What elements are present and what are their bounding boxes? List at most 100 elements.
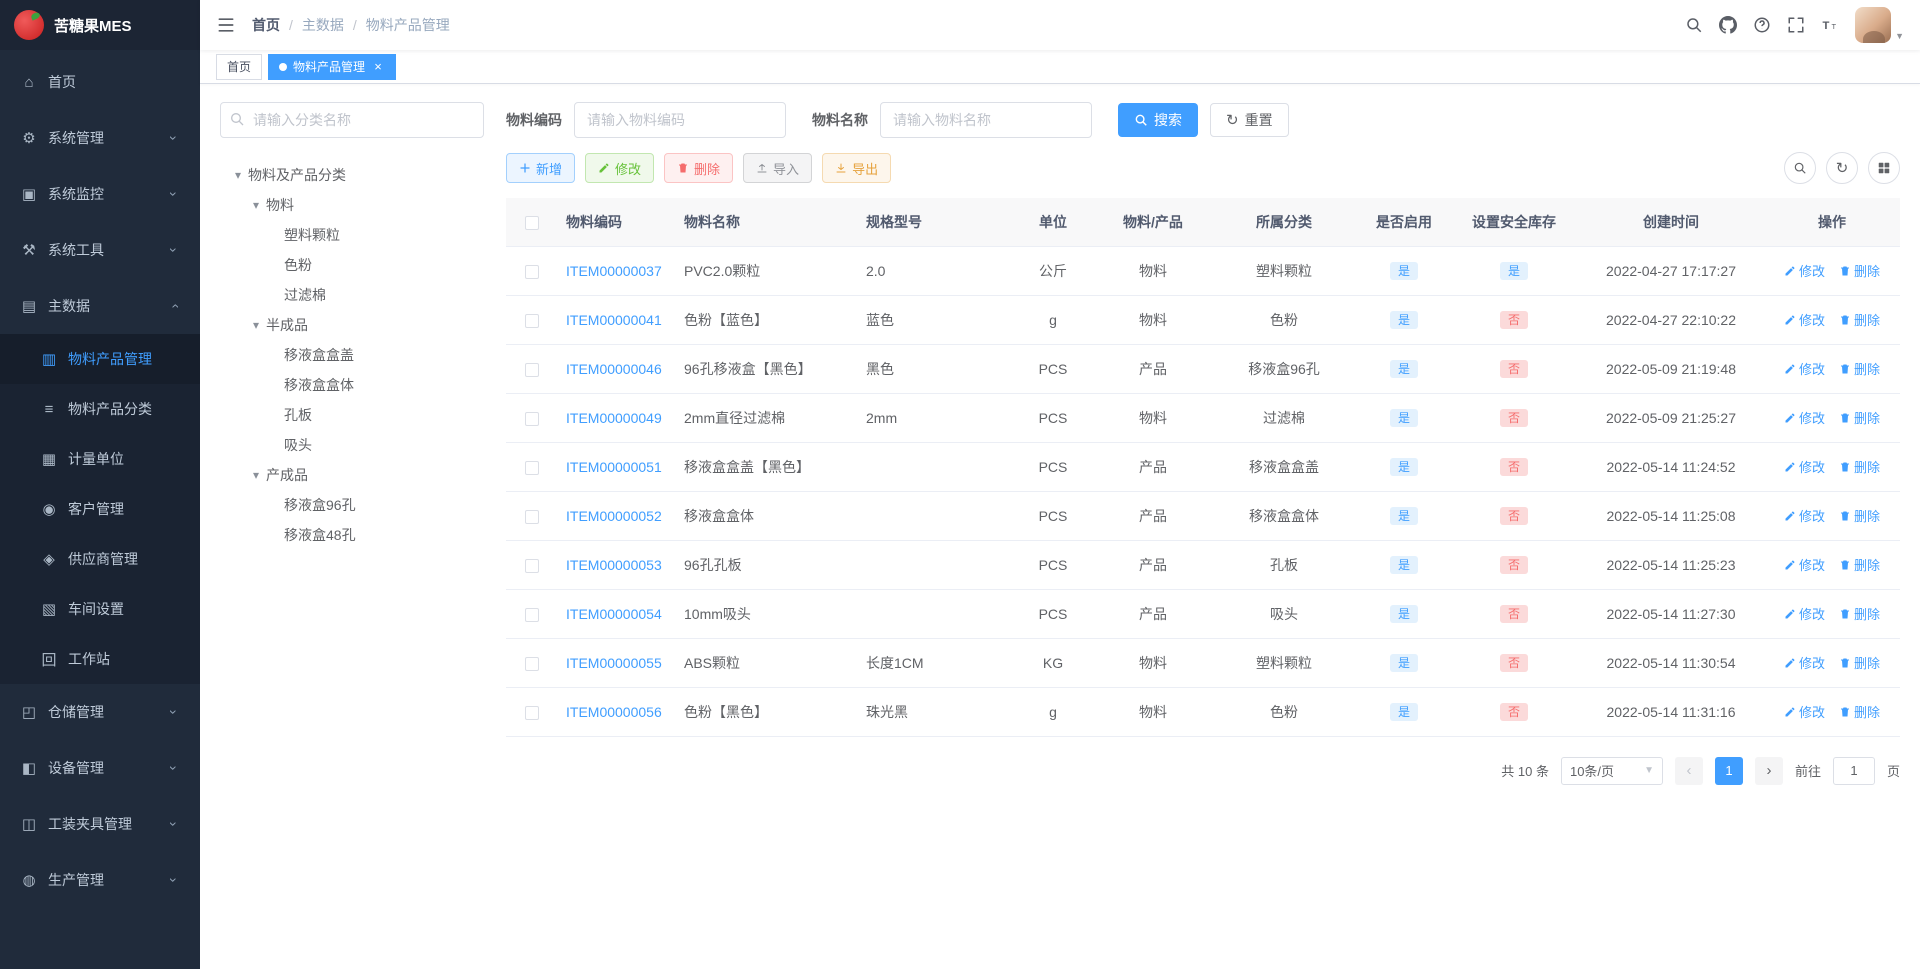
row-checkbox[interactable] [525,411,539,426]
next-page-button[interactable]: › [1754,756,1783,785]
sidebar-item-system-monitor[interactable]: ▣ 系统监控 › [0,166,200,222]
close-tab-icon[interactable]: × [371,60,385,74]
sidebar-item-supplier-mgmt[interactable]: ◈ 供应商管理 [0,534,200,584]
page-size-select[interactable]: 10条/页 ▼ [1560,756,1663,785]
delete-link[interactable]: 删除 [1839,506,1880,525]
sidebar-item-workshop-settings[interactable]: ▧ 车间设置 [0,584,200,634]
item-code-link[interactable]: ITEM00000056 [566,704,662,720]
prev-page-button[interactable]: ‹ [1674,756,1703,785]
row-checkbox[interactable] [525,607,539,622]
sidebar-item-material-product-category[interactable]: ≡ 物料产品分类 [0,384,200,434]
edit-link[interactable]: 修改 [1784,604,1825,623]
edit-link[interactable]: 修改 [1784,702,1825,721]
tab-home[interactable]: 首页 [216,53,263,80]
sidebar-item-home[interactable]: ⌂ 首页 [0,54,200,110]
sidebar-item-material-product-mgmt[interactable]: ▥ 物料产品管理 [0,334,200,384]
tree-node[interactable]: 孔板 [220,400,484,430]
sidebar-item-measure-unit[interactable]: ▦ 计量单位 [0,434,200,484]
search-button[interactable]: 搜索 [1118,103,1198,137]
sidebar-item-tooling-fixture-mgmt[interactable]: ◫ 工装夹具管理 › [0,796,200,852]
tab-material-product-management[interactable]: 物料产品管理 × [268,53,397,80]
help-icon[interactable] [1745,0,1779,50]
import-button[interactable]: 导入 [743,153,813,183]
search-icon[interactable] [1677,0,1711,50]
delete-link[interactable]: 删除 [1839,359,1880,378]
material-name-input[interactable] [880,102,1092,138]
tree-node[interactable]: 移液盒盒体 [220,370,484,400]
tree-node[interactable]: ▾ 半成品 [220,310,484,340]
user-menu[interactable]: ▼ [1855,7,1904,43]
sidebar-item-system-tools[interactable]: ⚒ 系统工具 › [0,222,200,278]
item-code-link[interactable]: ITEM00000041 [566,312,662,328]
sidebar-item-customer-mgmt[interactable]: ◉ 客户管理 [0,484,200,534]
sidebar-item-workstation[interactable]: 回工作站 [0,634,200,684]
delete-link[interactable]: 删除 [1839,653,1880,672]
tree-node[interactable]: 色粉 [220,250,484,280]
edit-link[interactable]: 修改 [1784,359,1825,378]
material-code-input[interactable] [574,102,786,138]
item-code-link[interactable]: ITEM00000049 [566,410,662,426]
refresh-button[interactable]: ↻ [1826,152,1858,184]
delete-button[interactable]: 删除 [664,153,734,183]
sidebar-item-equipment-mgmt[interactable]: ◧ 设备管理 › [0,740,200,796]
item-code-link[interactable]: ITEM00000037 [566,263,662,279]
tree-node[interactable]: 塑料颗粒 [220,220,484,250]
row-checkbox[interactable] [525,264,539,279]
goto-page-input[interactable] [1832,756,1875,785]
edit-link[interactable]: 修改 [1784,310,1825,329]
item-code-link[interactable]: ITEM00000046 [566,361,662,377]
delete-link[interactable]: 删除 [1839,408,1880,427]
tree-node[interactable]: ▾ 物料 [220,190,484,220]
tree-node[interactable]: ▾ 产成品 [220,460,484,490]
edit-link[interactable]: 修改 [1784,555,1825,574]
breadcrumb-master-data[interactable]: 主数据 [302,15,344,35]
tree-node[interactable]: 过滤棉 [220,280,484,310]
edit-link[interactable]: 修改 [1784,261,1825,280]
tree-node[interactable]: 移液盒盒盖 [220,340,484,370]
select-all-checkbox[interactable] [525,215,539,230]
edit-button[interactable]: 修改 [585,153,655,183]
tree-node[interactable]: 移液盒96孔 [220,490,484,520]
edit-link[interactable]: 修改 [1784,653,1825,672]
tree-node[interactable]: 移液盒48孔 [220,520,484,550]
avatar[interactable] [1855,7,1892,43]
delete-link[interactable]: 删除 [1839,702,1880,721]
row-checkbox[interactable] [525,558,539,573]
item-code-link[interactable]: ITEM00000053 [566,557,662,573]
tree-node[interactable]: ▾ 物料及产品分类 [220,160,484,190]
edit-link[interactable]: 修改 [1784,408,1825,427]
font-size-icon[interactable]: TT [1813,0,1847,50]
delete-link[interactable]: 删除 [1839,604,1880,623]
row-checkbox[interactable] [525,656,539,671]
sidebar-item-warehouse-mgmt[interactable]: ◰ 仓储管理 › [0,684,200,740]
row-checkbox[interactable] [525,362,539,377]
sidebar-item-master-data[interactable]: ▤ 主数据 › [0,278,200,334]
tree-search-input[interactable] [220,102,484,138]
item-code-link[interactable]: ITEM00000052 [566,508,662,524]
edit-link[interactable]: 修改 [1784,506,1825,525]
sidebar-item-production-mgmt[interactable]: ◍ 生产管理 › [0,852,200,908]
item-code-link[interactable]: ITEM00000054 [566,606,662,622]
export-button[interactable]: 导出 [822,153,892,183]
delete-link[interactable]: 删除 [1839,261,1880,280]
item-code-link[interactable]: ITEM00000055 [566,655,662,671]
edit-link[interactable]: 修改 [1784,457,1825,476]
github-icon[interactable] [1711,0,1745,50]
row-checkbox[interactable] [525,313,539,328]
item-code-link[interactable]: ITEM00000051 [566,459,662,475]
row-checkbox[interactable] [525,460,539,475]
menu-fold-icon[interactable] [216,15,236,35]
page-number-current[interactable]: 1 [1714,756,1743,785]
sidebar-item-system-admin[interactable]: ⚙ 系统管理 › [0,110,200,166]
row-checkbox[interactable] [525,509,539,524]
tree-node[interactable]: 吸头 [220,430,484,460]
delete-link[interactable]: 删除 [1839,457,1880,476]
add-button[interactable]: 新增 [506,153,576,183]
delete-link[interactable]: 删除 [1839,310,1880,329]
reset-button[interactable]: ↻ 重置 [1210,103,1289,137]
breadcrumb-home[interactable]: 首页 [252,15,280,35]
row-checkbox[interactable] [525,705,539,720]
delete-link[interactable]: 删除 [1839,555,1880,574]
columns-button[interactable] [1868,152,1900,184]
fullscreen-icon[interactable] [1779,0,1813,50]
